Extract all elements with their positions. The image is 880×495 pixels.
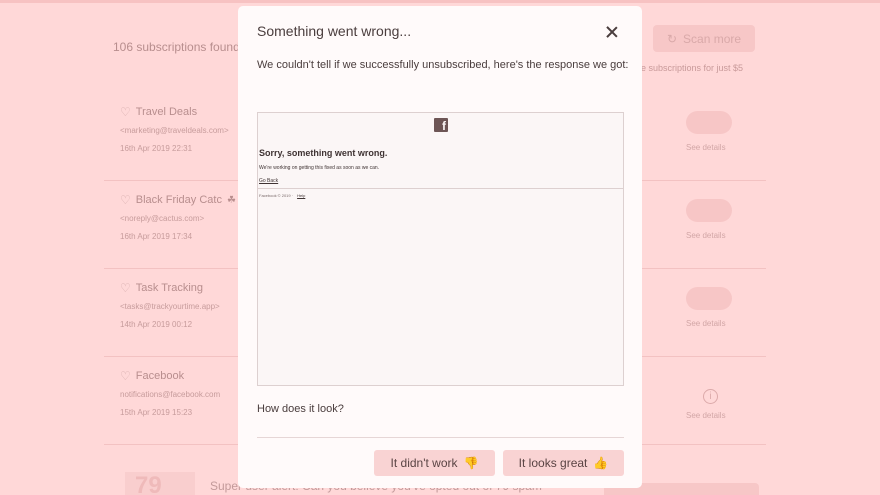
- close-icon[interactable]: [604, 24, 620, 40]
- modal-title: Something went wrong...: [257, 23, 412, 39]
- subscriptions-count: 106 subscriptions found: [113, 40, 240, 54]
- subscription-email: <marketing@traveldeals.com>: [120, 126, 229, 135]
- subscription-date: 16th Apr 2019 17:34: [120, 232, 193, 241]
- go-back-link[interactable]: Go Back: [259, 178, 278, 184]
- help-link[interactable]: Help: [297, 193, 305, 198]
- response-heading: Sorry, something went wrong.: [259, 148, 388, 158]
- see-details-link[interactable]: See details: [686, 231, 726, 240]
- heart-icon[interactable]: ♡: [120, 281, 131, 295]
- subscription-email: <noreply@cactus.com>: [120, 214, 205, 223]
- see-details-link[interactable]: See details: [686, 411, 726, 420]
- looks-great-button[interactable]: It looks great 👍: [503, 450, 624, 476]
- cactus-icon: ☘: [226, 194, 236, 206]
- see-details-link[interactable]: See details: [686, 319, 726, 328]
- heart-icon[interactable]: ♡: [120, 369, 131, 383]
- error-modal: Something went wrong... We couldn't tell…: [238, 6, 642, 488]
- heart-icon[interactable]: ♡: [120, 193, 131, 207]
- feedback-question: How does it look?: [257, 403, 344, 415]
- response-text: We're working on getting this fixed as s…: [259, 165, 380, 171]
- subscription-date: 16th Apr 2019 22:31: [120, 144, 193, 153]
- didnt-work-button[interactable]: It didn't work 👎: [374, 450, 495, 476]
- unsubscribe-toggle[interactable]: [686, 287, 732, 310]
- looks-great-label: It looks great: [518, 456, 588, 470]
- facebook-icon: f: [434, 118, 448, 133]
- promo-text: e subscriptions for just $5: [641, 63, 744, 73]
- thumbs-down-icon: 👎: [463, 456, 479, 470]
- subscription-email: notifications@facebook.com: [120, 390, 221, 399]
- unsubscribe-toggle[interactable]: [686, 199, 732, 222]
- refresh-icon: ↻: [666, 31, 678, 46]
- response-header: f Sorry, something went wrong. We're wor…: [258, 113, 623, 189]
- opt-out-count: 79: [125, 472, 195, 495]
- top-border: [0, 0, 880, 3]
- subscription-name: Task Tracking: [135, 282, 204, 294]
- unsubscribe-toggle[interactable]: [686, 111, 732, 134]
- didnt-work-label: It didn't work: [390, 456, 458, 470]
- response-footer: Facebook © 2019 · Help: [259, 193, 305, 198]
- see-details-link[interactable]: See details: [686, 143, 726, 152]
- thumbs-up-icon: 👍: [593, 456, 609, 470]
- subscription-date: 15th Apr 2019 15:23: [120, 408, 193, 417]
- subscription-email: <tasks@trackyourtime.app>: [120, 302, 220, 311]
- copyright-text: Facebook © 2019 ·: [259, 193, 294, 198]
- response-preview[interactable]: f Sorry, something went wrong. We're wor…: [257, 112, 624, 386]
- heart-icon[interactable]: ♡: [120, 105, 131, 119]
- subscription-date: 14th Apr 2019 00:12: [120, 320, 193, 329]
- modal-message: We couldn't tell if we successfully unsu…: [257, 59, 629, 71]
- subscription-name: Facebook: [135, 370, 185, 382]
- scan-more-label: Scan more: [683, 31, 742, 46]
- scan-more-button[interactable]: ↻ Scan more: [653, 25, 755, 52]
- divider: [257, 437, 624, 438]
- info-icon[interactable]: i: [703, 389, 718, 404]
- subscription-name: Black Friday Catc: [135, 194, 222, 206]
- subscription-name: Travel Deals: [135, 106, 198, 118]
